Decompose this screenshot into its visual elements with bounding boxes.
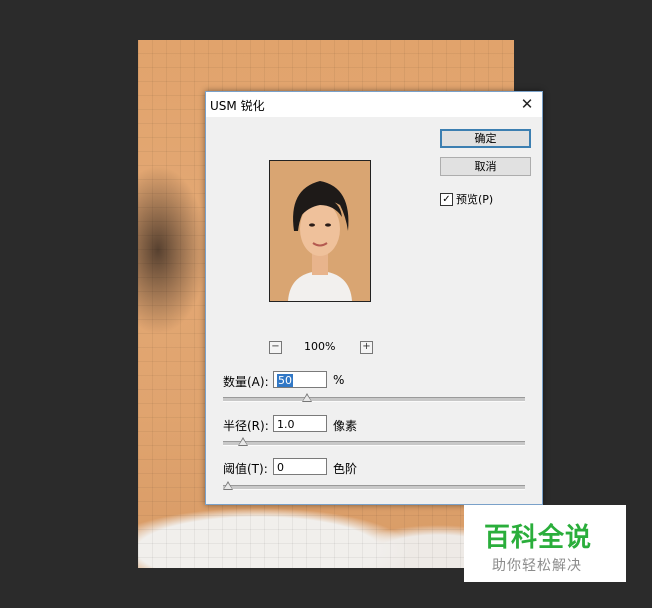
zoom-out-icon[interactable]: − <box>269 341 282 354</box>
preview-checkbox-label: 预览(P) <box>456 193 494 206</box>
preview-image[interactable] <box>269 160 371 302</box>
radius-slider-thumb[interactable] <box>237 437 248 446</box>
preview-checkbox[interactable]: ✓ 预览(P) <box>440 191 493 207</box>
amount-slider-thumb[interactable] <box>301 393 312 402</box>
threshold-label: 阈值(T): <box>223 462 268 476</box>
watermark: 百科全说 助你轻松解决 <box>464 505 626 582</box>
checkbox-check-icon[interactable]: ✓ <box>440 192 453 206</box>
amount-value: 50 <box>277 374 293 387</box>
amount-label: 数量(A): <box>223 375 269 389</box>
portrait-photo <box>270 161 370 301</box>
amount-input[interactable]: 50 <box>273 371 327 388</box>
dialog-title: USM 锐化 <box>210 99 265 113</box>
close-icon[interactable]: ✕ <box>518 95 536 113</box>
watermark-title: 百科全说 <box>484 523 593 553</box>
ok-button[interactable]: 确定 <box>440 129 531 148</box>
threshold-slider[interactable] <box>223 481 525 490</box>
radius-input[interactable]: 1.0 <box>273 415 327 432</box>
threshold-slider-thumb[interactable] <box>223 481 233 490</box>
zoom-level: 100% <box>304 340 336 353</box>
radius-slider[interactable] <box>223 437 525 446</box>
threshold-unit: 色阶 <box>333 462 358 476</box>
radius-unit: 像素 <box>333 419 358 433</box>
amount-slider[interactable] <box>223 393 525 402</box>
dialog-titlebar[interactable]: USM 锐化 ✕ <box>206 92 542 117</box>
amount-unit: % <box>333 373 345 387</box>
threshold-input[interactable]: 0 <box>273 458 327 475</box>
zoom-in-icon[interactable]: + <box>360 341 373 354</box>
radius-label: 半径(R): <box>223 419 269 433</box>
watermark-subtitle: 助你轻松解决 <box>492 558 582 574</box>
cancel-button[interactable]: 取消 <box>440 157 531 176</box>
usm-sharpen-dialog: USM 锐化 ✕ 确定 取消 ✓ 预览(P) − 100% + 数量(A): 5… <box>205 91 543 505</box>
